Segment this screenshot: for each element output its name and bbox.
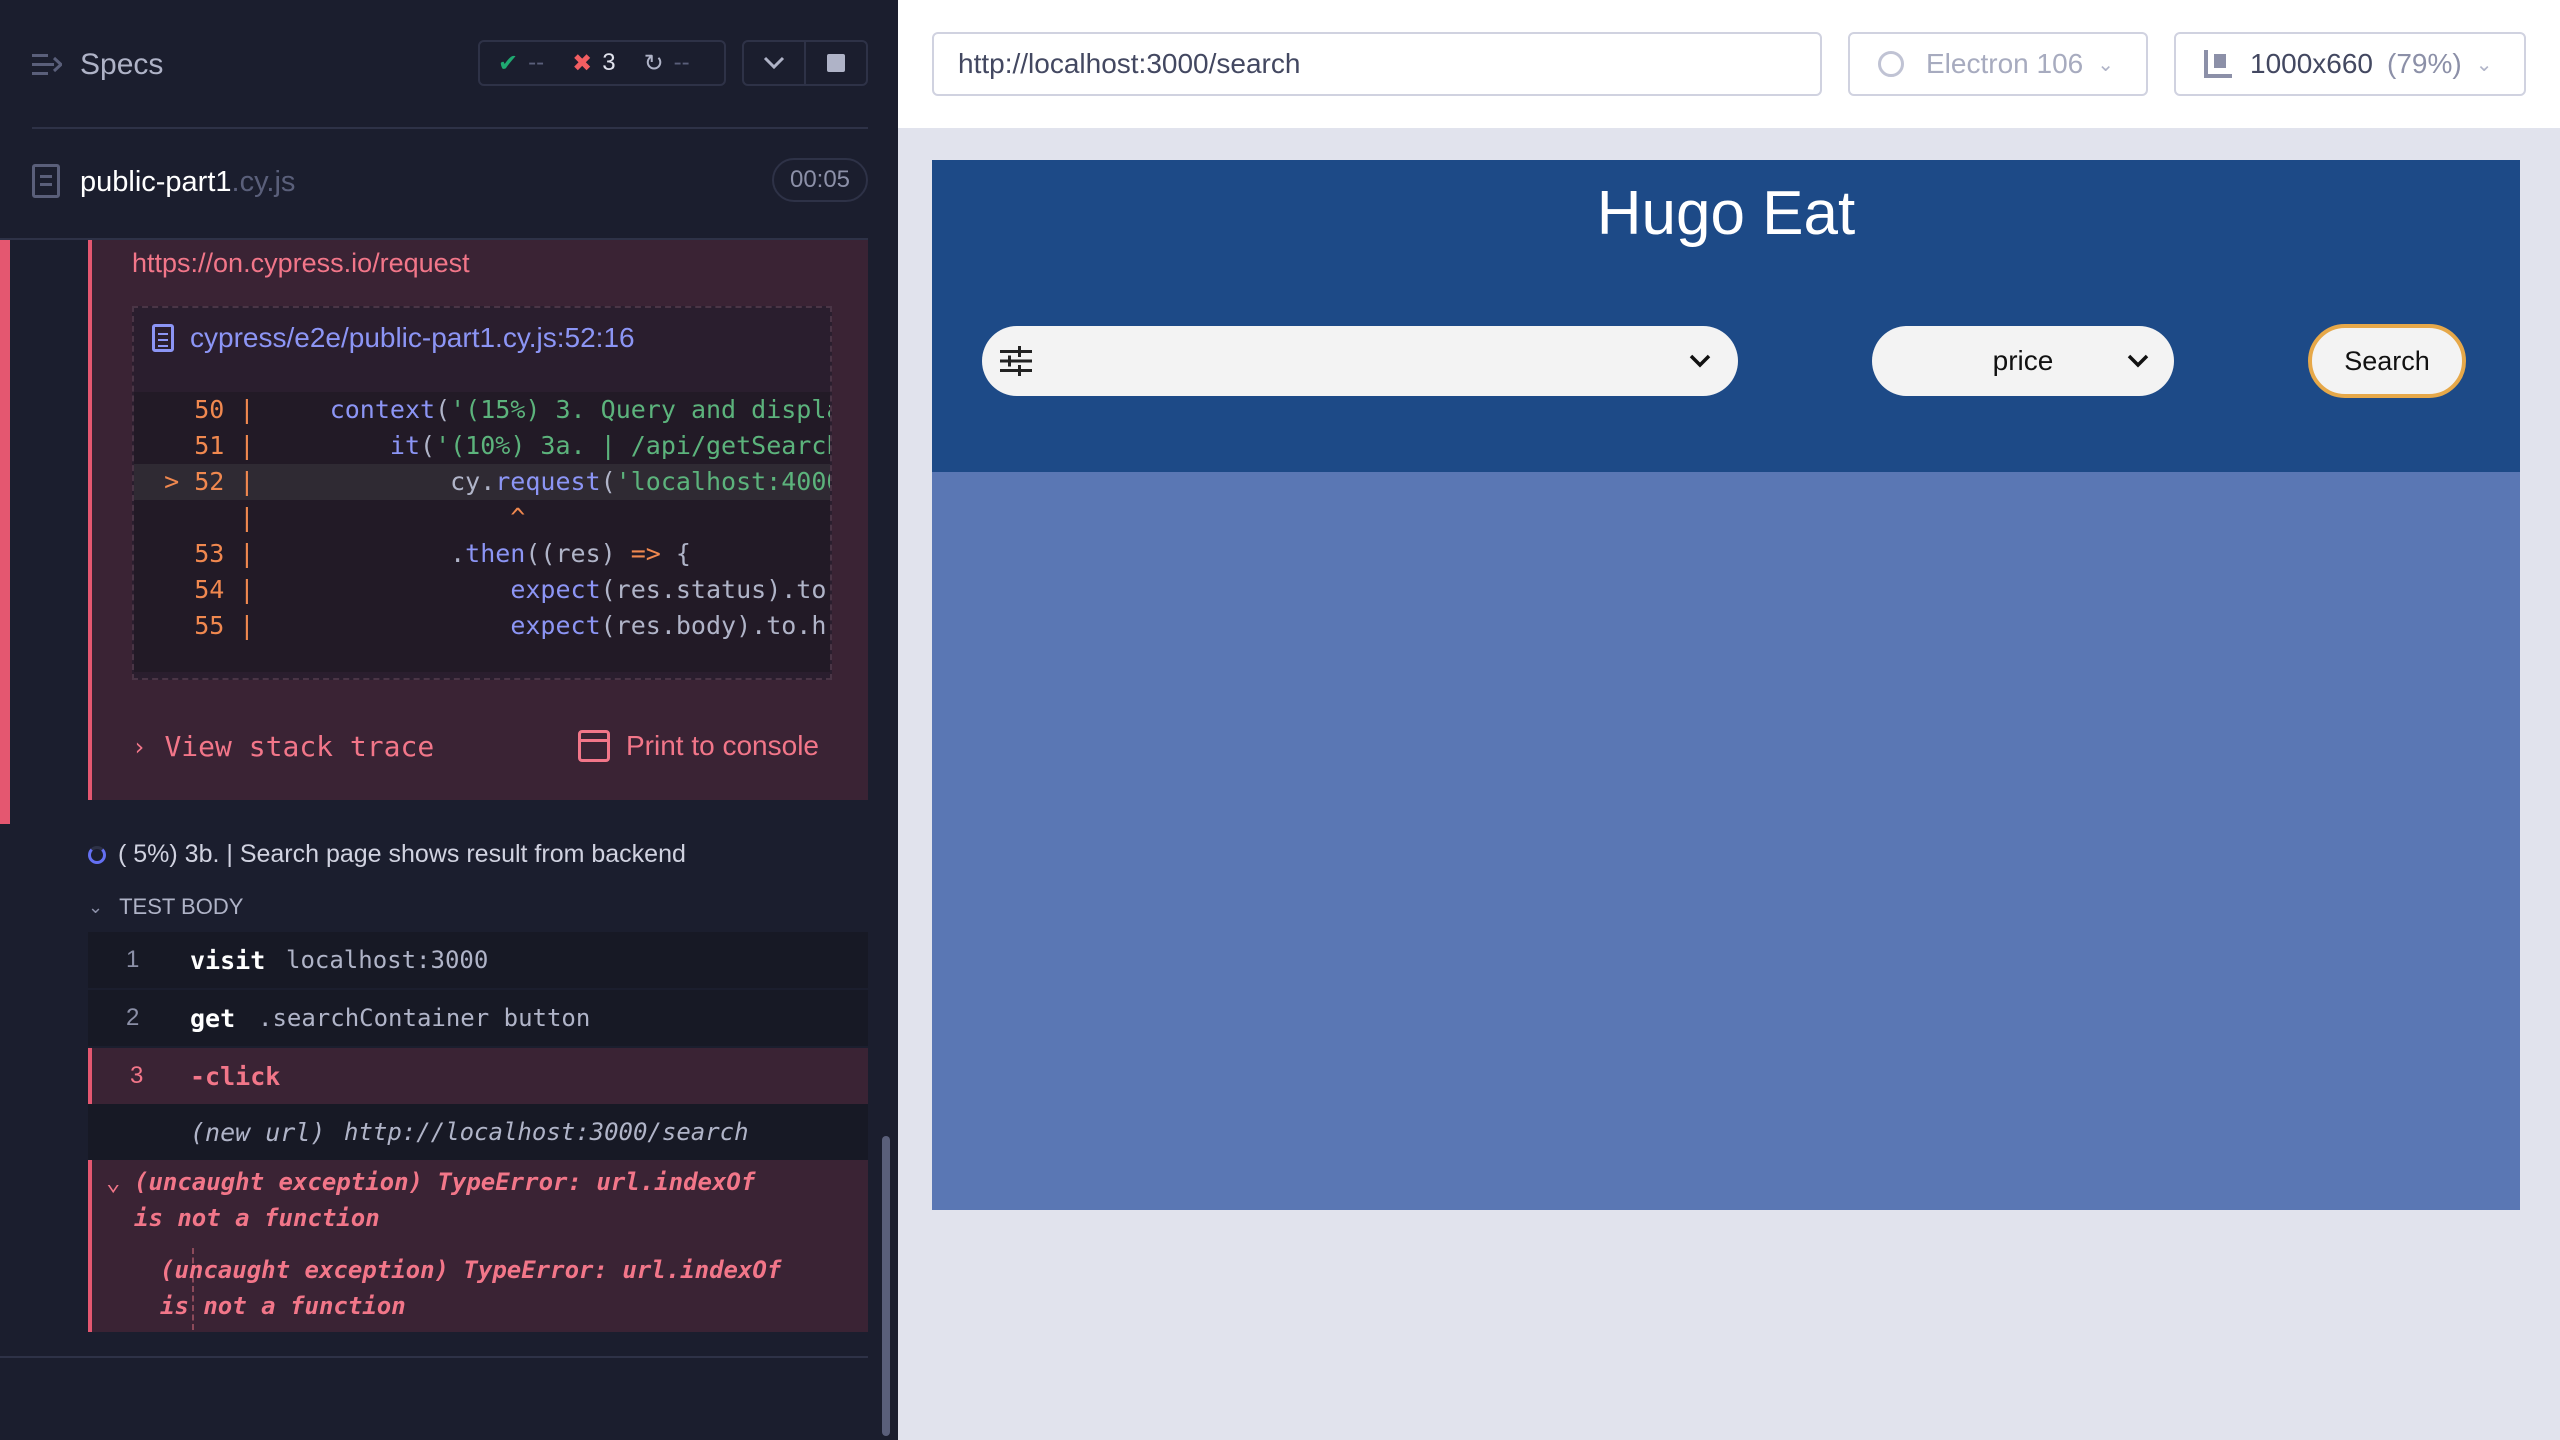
test-title-text: ( 5%) 3b. | Search page shows result fro… [118, 840, 686, 868]
spec-file-row[interactable]: public-part1.cy.js 00:05 [0, 148, 898, 236]
spinner-icon: ↻ [643, 49, 664, 77]
error-panel: https://on.cypress.io/request cypress/e2… [88, 240, 868, 800]
uncaught-exception-row[interactable]: ⌄ (uncaught exception) TypeError: url.in… [88, 1160, 868, 1332]
command-message: localhost:3000 [286, 946, 489, 974]
viewport-scale: (79%) [2387, 48, 2462, 79]
view-stack-trace-button[interactable]: › View stack trace [132, 730, 434, 763]
code-frame-file-path: cypress/e2e/public-part1.cy.js:52:16 [190, 322, 635, 353]
nested-exception-message-line: (uncaught exception) TypeError: url.inde… [160, 1256, 782, 1284]
command-number: 3 [130, 1062, 144, 1089]
code-line-highlighted: > 52 | cy.request('localhost:4000 [134, 464, 830, 500]
command-name: (new url) [190, 1117, 326, 1147]
price-select-value: price [1992, 345, 2054, 376]
stop-button[interactable] [806, 42, 866, 84]
viewport-selector[interactable]: 1000x660 (79%) ⌄ [2174, 32, 2526, 96]
code-line: 55 | expect(res.body).to.h [194, 611, 827, 640]
chevron-down-icon [763, 56, 785, 70]
specs-menu-icon[interactable] [32, 52, 62, 78]
command-row-failed[interactable]: 3 -click [88, 1048, 868, 1104]
exception-message-line: (uncaught exception) TypeError: url.inde… [134, 1168, 756, 1196]
aut-panel: http://localhost:3000/search Electron 10… [898, 0, 2560, 1440]
code-line: 53 | .then((res) => { [194, 539, 691, 568]
test-stats: ✔ -- ✖ 3 ↻ -- [478, 40, 726, 86]
failed-stat: ✖ 3 [572, 49, 615, 78]
terminal-icon [578, 730, 610, 762]
reporter-scrollbar[interactable] [882, 1136, 890, 1436]
price-select[interactable]: price [1872, 326, 2174, 396]
reporter-panel: Specs ✔ -- ✖ 3 ↻ -- public-part1.cy.js 0… [0, 0, 898, 1440]
run-controls [742, 40, 868, 86]
divider [0, 1356, 868, 1358]
passed-stat: ✔ -- [498, 49, 544, 78]
command-name: get [190, 1003, 236, 1033]
test-body-toggle[interactable]: ⌄ TEST BODY [88, 894, 243, 920]
specs-label[interactable]: Specs [80, 48, 163, 82]
reporter-header: Specs ✔ -- ✖ 3 ↻ -- [0, 0, 898, 128]
pending-stat: ↻ -- [644, 49, 690, 78]
chevron-down-icon: ⌄ [2475, 53, 2493, 76]
failed-count: 3 [602, 49, 616, 76]
spec-file-basename: public-part1 [80, 166, 232, 198]
passed-count: -- [528, 49, 545, 76]
viewport-icon [2204, 50, 2232, 78]
command-name: visit [190, 945, 266, 975]
running-spinner-icon [88, 845, 106, 864]
code-line: 54 | expect(res.status).to [194, 575, 827, 604]
code-frame: cypress/e2e/public-part1.cy.js:52:16 50 … [132, 306, 832, 680]
search-button[interactable]: Search [2308, 324, 2466, 398]
stop-icon [827, 54, 845, 72]
error-docs-link[interactable]: https://on.cypress.io/request [132, 248, 470, 279]
electron-icon [1878, 51, 1904, 77]
x-icon: ✖ [572, 49, 593, 77]
sliders-icon [1000, 346, 1032, 376]
exception-message-line: is not a function [134, 1204, 380, 1232]
view-stack-trace-label: View stack trace [164, 730, 435, 763]
error-indicator-bar [0, 240, 10, 824]
command-name: -click [190, 1061, 281, 1091]
code-line: 51 | it('(10%) 3a. | /api/getSearch [194, 431, 830, 460]
chevron-down-icon: ⌄ [2097, 53, 2114, 76]
print-to-console-button[interactable]: Print to console [578, 730, 819, 762]
command-row-new-url[interactable]: (new url) http://localhost:3000/search [88, 1104, 868, 1160]
app-header: Hugo Eat price Search [932, 160, 2520, 472]
app-title: Hugo Eat [1596, 179, 1856, 248]
spec-file-name: public-part1.cy.js [80, 166, 295, 199]
command-message: http://localhost:3000/search [344, 1118, 749, 1146]
chevron-right-icon: › [132, 732, 147, 761]
nested-exception-message-line: is not a function [160, 1292, 406, 1320]
viewport-size: 1000x660 [2250, 48, 2374, 79]
browser-name: Electron 106 [1926, 48, 2084, 79]
chevron-down-icon [1689, 354, 1711, 368]
print-to-console-label: Print to console [626, 730, 819, 761]
pending-count: -- [673, 49, 690, 76]
test-body-label: TEST BODY [119, 894, 244, 919]
command-message: .searchContainer button [258, 1004, 591, 1032]
spec-file-extension: .cy.js [231, 166, 296, 198]
chevron-down-icon: ⌄ [88, 896, 104, 917]
code-frame-file-link[interactable]: cypress/e2e/public-part1.cy.js:52:16 [152, 322, 635, 354]
code-lines: 50 | context('(15%) 3. Query and display… [134, 392, 830, 672]
command-row[interactable]: 2 get .searchContainer button [88, 990, 868, 1046]
document-icon [152, 324, 174, 352]
code-line: 50 | context('(15%) 3. Query and display [194, 395, 830, 424]
browser-selector[interactable]: Electron 106 ⌄ [1848, 32, 2148, 96]
aut-toolbar: http://localhost:3000/search Electron 10… [898, 0, 2560, 128]
test-title[interactable]: ( 5%) 3b. | Search page shows result fro… [88, 840, 686, 869]
code-line: | ^ [239, 503, 526, 532]
check-icon: ✔ [498, 49, 519, 77]
command-number: 1 [126, 946, 140, 973]
chevron-down-icon [2127, 354, 2149, 368]
filter-select[interactable] [982, 326, 1738, 396]
url-bar[interactable]: http://localhost:3000/search [932, 32, 1822, 96]
document-icon [32, 164, 60, 198]
divider [32, 127, 868, 129]
chevron-down-icon: ⌄ [106, 1168, 121, 1196]
app-content-area [932, 472, 2520, 1210]
spec-duration: 00:05 [772, 158, 868, 202]
toggle-auto-scroll-button[interactable] [744, 42, 806, 84]
command-number: 2 [126, 1004, 140, 1031]
command-row[interactable]: 1 visit localhost:3000 [88, 932, 868, 988]
app-viewport: Hugo Eat price Search [932, 160, 2520, 1210]
